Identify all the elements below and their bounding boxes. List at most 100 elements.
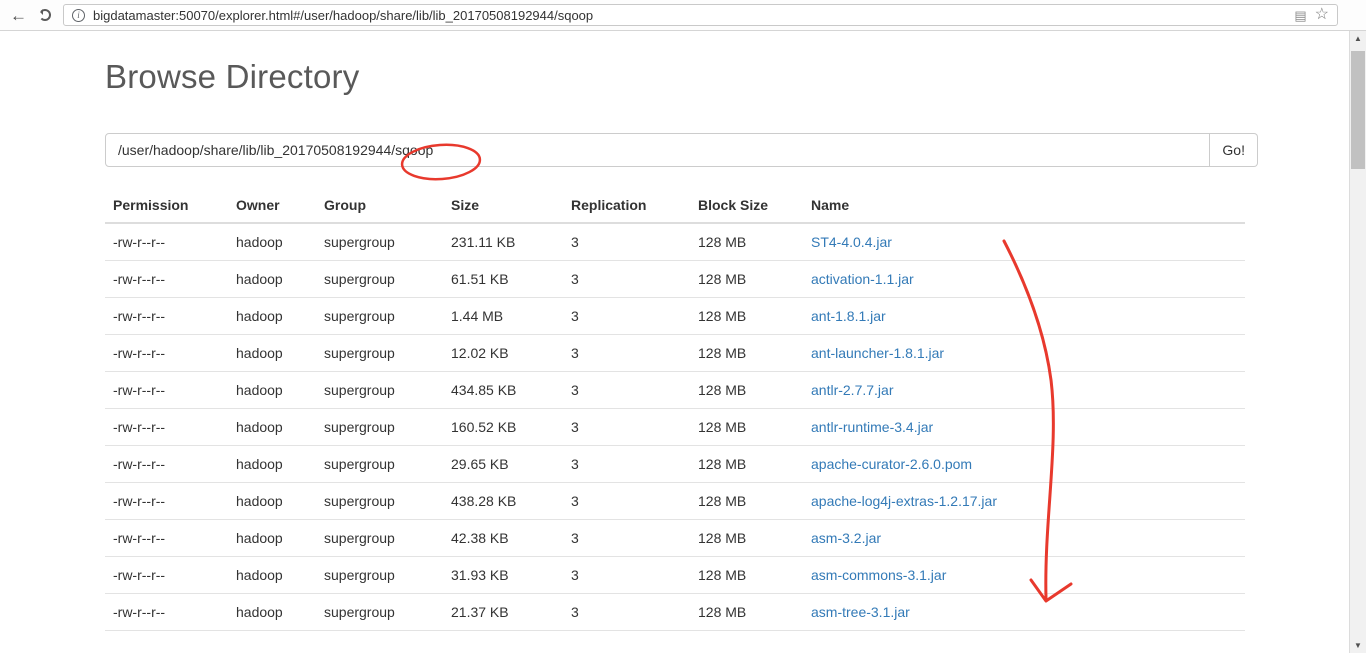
cell-permission: -rw-r--r-- [105, 445, 228, 483]
scrollbar-thumb[interactable] [1351, 51, 1365, 169]
cell-permission: -rw-r--r-- [105, 593, 228, 631]
col-header-permission: Permission [105, 188, 228, 224]
cell-group: supergroup [316, 593, 443, 631]
cell-size: 12.02 KB [443, 334, 563, 372]
table-row: -rw-r--r-- hadoop supergroup 61.51 KB 3 … [105, 260, 1245, 298]
cell-block-size: 128 MB [690, 593, 803, 631]
cell-group: supergroup [316, 260, 443, 298]
cell-replication: 3 [563, 519, 690, 557]
cell-owner: hadoop [228, 371, 316, 409]
vertical-scrollbar[interactable]: ▲ ▼ [1349, 31, 1366, 653]
cell-size: 42.38 KB [443, 519, 563, 557]
cell-owner: hadoop [228, 334, 316, 372]
cell-block-size: 128 MB [690, 334, 803, 372]
cell-group: supergroup [316, 556, 443, 594]
file-link[interactable]: asm-commons-3.1.jar [811, 567, 946, 583]
info-icon[interactable]: i [72, 8, 85, 22]
cell-group: supergroup [316, 482, 443, 520]
table-row: -rw-r--r-- hadoop supergroup 438.28 KB 3… [105, 482, 1245, 520]
cell-block-size: 128 MB [690, 408, 803, 446]
bookmark-star-icon[interactable]: ☆ [1315, 7, 1329, 23]
go-button[interactable]: Go! [1210, 133, 1258, 167]
file-link[interactable]: asm-3.2.jar [811, 530, 881, 546]
back-icon[interactable]: ← [10, 7, 27, 24]
cell-owner: hadoop [228, 556, 316, 594]
cell-group: supergroup [316, 519, 443, 557]
cell-permission: -rw-r--r-- [105, 519, 228, 557]
cell-name: ST4-4.0.4.jar [803, 223, 1245, 261]
cell-size: 1.44 MB [443, 297, 563, 335]
table-row: -rw-r--r-- hadoop supergroup 1.44 MB 3 1… [105, 297, 1245, 335]
scroll-down-icon[interactable]: ▼ [1350, 638, 1366, 653]
file-table-body: -rw-r--r-- hadoop supergroup 231.11 KB 3… [105, 223, 1245, 631]
cell-replication: 3 [563, 445, 690, 483]
cell-permission: -rw-r--r-- [105, 260, 228, 298]
cell-replication: 3 [563, 556, 690, 594]
cell-owner: hadoop [228, 297, 316, 335]
cell-replication: 3 [563, 223, 690, 261]
file-link[interactable]: apache-log4j-extras-1.2.17.jar [811, 493, 997, 509]
cell-block-size: 128 MB [690, 445, 803, 483]
cell-name: asm-tree-3.1.jar [803, 593, 1245, 631]
file-link[interactable]: ant-launcher-1.8.1.jar [811, 345, 944, 361]
cell-group: supergroup [316, 445, 443, 483]
cell-size: 438.28 KB [443, 482, 563, 520]
cell-name: antlr-runtime-3.4.jar [803, 408, 1245, 446]
cell-size: 31.93 KB [443, 556, 563, 594]
file-link[interactable]: apache-curator-2.6.0.pom [811, 456, 972, 472]
cell-permission: -rw-r--r-- [105, 482, 228, 520]
file-link[interactable]: asm-tree-3.1.jar [811, 604, 910, 620]
file-link[interactable]: antlr-runtime-3.4.jar [811, 419, 933, 435]
cell-name: antlr-2.7.7.jar [803, 371, 1245, 409]
cell-block-size: 128 MB [690, 556, 803, 594]
cell-permission: -rw-r--r-- [105, 408, 228, 446]
cell-owner: hadoop [228, 223, 316, 261]
file-link[interactable]: antlr-2.7.7.jar [811, 382, 893, 398]
cell-owner: hadoop [228, 445, 316, 483]
cell-name: ant-launcher-1.8.1.jar [803, 334, 1245, 372]
path-input[interactable] [105, 133, 1211, 167]
table-header-row: Permission Owner Group Size Replication … [105, 188, 1245, 224]
col-header-name: Name [803, 188, 1245, 224]
scroll-up-icon[interactable]: ▲ [1350, 31, 1366, 46]
table-row: -rw-r--r-- hadoop supergroup 31.93 KB 3 … [105, 556, 1245, 594]
table-row: -rw-r--r-- hadoop supergroup 29.65 KB 3 … [105, 445, 1245, 483]
url-text: bigdatamaster:50070/explorer.html#/user/… [93, 7, 594, 23]
page-title: Browse Directory [105, 58, 360, 95]
browse-directory-page: Browse Directory Go! Permission Owner Gr… [105, 58, 1260, 631]
address-bar[interactable]: i bigdatamaster:50070/explorer.html#/use… [63, 4, 1338, 26]
cell-name: ant-1.8.1.jar [803, 297, 1245, 335]
cell-owner: hadoop [228, 408, 316, 446]
table-row: -rw-r--r-- hadoop supergroup 160.52 KB 3… [105, 408, 1245, 446]
cell-name: asm-3.2.jar [803, 519, 1245, 557]
translate-icon[interactable]: ▤ [1294, 9, 1306, 22]
cell-size: 21.37 KB [443, 593, 563, 631]
file-link[interactable]: activation-1.1.jar [811, 271, 914, 287]
file-link[interactable]: ST4-4.0.4.jar [811, 234, 892, 250]
cell-block-size: 128 MB [690, 260, 803, 298]
cell-size: 160.52 KB [443, 408, 563, 446]
cell-replication: 3 [563, 408, 690, 446]
cell-size: 231.11 KB [443, 223, 563, 261]
file-table: Permission Owner Group Size Replication … [105, 188, 1245, 631]
table-row: -rw-r--r-- hadoop supergroup 231.11 KB 3… [105, 223, 1245, 261]
cell-replication: 3 [563, 482, 690, 520]
cell-owner: hadoop [228, 519, 316, 557]
cell-block-size: 128 MB [690, 223, 803, 261]
cell-owner: hadoop [228, 260, 316, 298]
cell-replication: 3 [563, 371, 690, 409]
cell-size: 434.85 KB [443, 371, 563, 409]
cell-block-size: 128 MB [690, 482, 803, 520]
table-row: -rw-r--r-- hadoop supergroup 12.02 KB 3 … [105, 334, 1245, 372]
cell-permission: -rw-r--r-- [105, 556, 228, 594]
file-link[interactable]: ant-1.8.1.jar [811, 308, 886, 324]
cell-permission: -rw-r--r-- [105, 297, 228, 335]
cell-group: supergroup [316, 223, 443, 261]
table-row: -rw-r--r-- hadoop supergroup 21.37 KB 3 … [105, 593, 1245, 631]
refresh-icon[interactable] [39, 9, 51, 21]
cell-owner: hadoop [228, 593, 316, 631]
cell-replication: 3 [563, 260, 690, 298]
cell-replication: 3 [563, 297, 690, 335]
cell-permission: -rw-r--r-- [105, 371, 228, 409]
cell-replication: 3 [563, 334, 690, 372]
